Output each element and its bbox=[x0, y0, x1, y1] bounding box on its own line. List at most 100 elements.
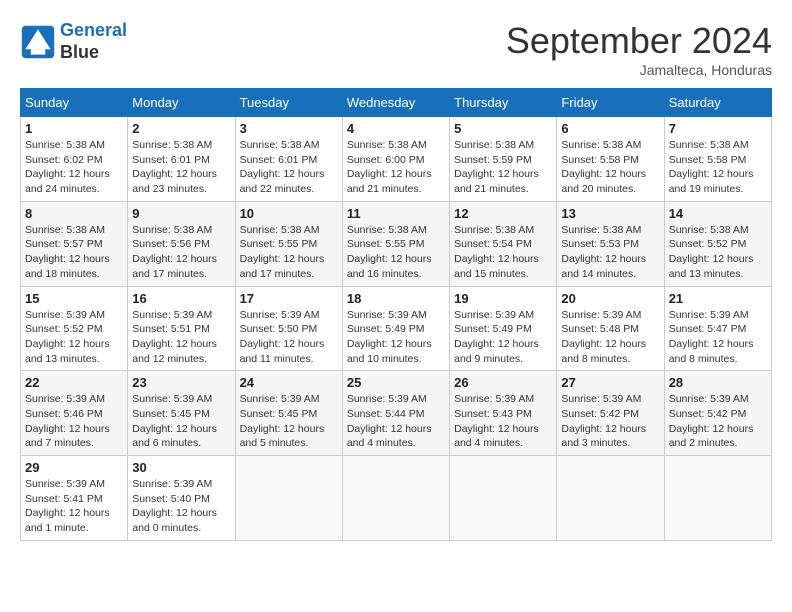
calendar-body: 1 Sunrise: 5:38 AM Sunset: 6:02 PM Daylig… bbox=[21, 117, 772, 541]
calendar-cell: 25 Sunrise: 5:39 AM Sunset: 5:44 PM Dayli… bbox=[342, 371, 449, 456]
weekday-header-sunday: Sunday bbox=[21, 89, 128, 117]
day-number: 15 bbox=[25, 291, 123, 306]
weekday-header-thursday: Thursday bbox=[450, 89, 557, 117]
day-number: 19 bbox=[454, 291, 552, 306]
calendar-cell: 4Sunrise: 5:38 AM Sunset: 6:00 PM Daylig… bbox=[342, 117, 449, 202]
weekday-header-friday: Friday bbox=[557, 89, 664, 117]
weekday-header-saturday: Saturday bbox=[664, 89, 771, 117]
day-info: Sunrise: 5:39 AM Sunset: 5:47 PM Dayligh… bbox=[669, 308, 767, 367]
calendar-cell: 7 Sunrise: 5:38 AM Sunset: 5:58 PM Daylig… bbox=[664, 117, 771, 202]
day-number: 27 bbox=[561, 375, 659, 390]
calendar-week-3: 15 Sunrise: 5:39 AM Sunset: 5:52 PM Dayli… bbox=[21, 286, 772, 371]
day-info: Sunrise: 5:39 AM Sunset: 5:52 PM Dayligh… bbox=[25, 308, 123, 367]
calendar-cell: 29 Sunrise: 5:39 AM Sunset: 5:41 PM Dayli… bbox=[21, 456, 128, 541]
weekday-header-tuesday: Tuesday bbox=[235, 89, 342, 117]
day-info: Sunrise: 5:38 AM Sunset: 5:57 PM Dayligh… bbox=[25, 223, 123, 282]
day-info: Sunrise: 5:39 AM Sunset: 5:41 PM Dayligh… bbox=[25, 477, 123, 536]
day-info: Sunrise: 5:39 AM Sunset: 5:46 PM Dayligh… bbox=[25, 392, 123, 451]
page-header: General Blue September 2024 Jamalteca, H… bbox=[20, 20, 772, 78]
day-info: Sunrise: 5:38 AM Sunset: 5:52 PM Dayligh… bbox=[669, 223, 767, 282]
day-number: 17 bbox=[240, 291, 338, 306]
weekday-header-wednesday: Wednesday bbox=[342, 89, 449, 117]
calendar-week-4: 22 Sunrise: 5:39 AM Sunset: 5:46 PM Dayli… bbox=[21, 371, 772, 456]
calendar-cell: 13Sunrise: 5:38 AM Sunset: 5:53 PM Dayli… bbox=[557, 201, 664, 286]
day-info: Sunrise: 5:39 AM Sunset: 5:42 PM Dayligh… bbox=[669, 392, 767, 451]
logo-icon bbox=[20, 24, 56, 60]
day-info: Sunrise: 5:38 AM Sunset: 5:58 PM Dayligh… bbox=[669, 138, 767, 197]
day-number: 11 bbox=[347, 206, 445, 221]
month-title: September 2024 bbox=[506, 20, 772, 62]
calendar-cell: 2 Sunrise: 5:38 AM Sunset: 6:01 PM Daylig… bbox=[128, 117, 235, 202]
day-info: Sunrise: 5:38 AM Sunset: 5:55 PM Dayligh… bbox=[240, 223, 338, 282]
day-number: 30 bbox=[132, 460, 230, 475]
calendar-cell: 8 Sunrise: 5:38 AM Sunset: 5:57 PM Daylig… bbox=[21, 201, 128, 286]
logo-line2: Blue bbox=[60, 42, 127, 64]
day-info: Sunrise: 5:39 AM Sunset: 5:51 PM Dayligh… bbox=[132, 308, 230, 367]
calendar-cell: 1 Sunrise: 5:38 AM Sunset: 6:02 PM Daylig… bbox=[21, 117, 128, 202]
day-info: Sunrise: 5:38 AM Sunset: 5:55 PM Dayligh… bbox=[347, 223, 445, 282]
calendar-cell: 6 Sunrise: 5:38 AM Sunset: 5:58 PM Daylig… bbox=[557, 117, 664, 202]
calendar-cell: 30Sunrise: 5:39 AM Sunset: 5:40 PM Dayli… bbox=[128, 456, 235, 541]
day-number: 22 bbox=[25, 375, 123, 390]
day-info: Sunrise: 5:38 AM Sunset: 5:58 PM Dayligh… bbox=[561, 138, 659, 197]
calendar-cell: 12 Sunrise: 5:38 AM Sunset: 5:54 PM Dayli… bbox=[450, 201, 557, 286]
logo-line1: General bbox=[60, 20, 127, 40]
calendar-cell: 15 Sunrise: 5:39 AM Sunset: 5:52 PM Dayli… bbox=[21, 286, 128, 371]
title-block: September 2024 Jamalteca, Honduras bbox=[506, 20, 772, 78]
day-number: 2 bbox=[132, 121, 230, 136]
day-number: 21 bbox=[669, 291, 767, 306]
day-number: 12 bbox=[454, 206, 552, 221]
calendar-cell: 17 Sunrise: 5:39 AM Sunset: 5:50 PM Dayli… bbox=[235, 286, 342, 371]
day-info: Sunrise: 5:39 AM Sunset: 5:42 PM Dayligh… bbox=[561, 392, 659, 451]
day-info: Sunrise: 5:39 AM Sunset: 5:49 PM Dayligh… bbox=[347, 308, 445, 367]
calendar-cell bbox=[235, 456, 342, 541]
day-info: Sunrise: 5:38 AM Sunset: 6:01 PM Dayligh… bbox=[132, 138, 230, 197]
calendar-cell: 27 Sunrise: 5:39 AM Sunset: 5:42 PM Dayli… bbox=[557, 371, 664, 456]
day-number: 23 bbox=[132, 375, 230, 390]
calendar-cell: 10Sunrise: 5:38 AM Sunset: 5:55 PM Dayli… bbox=[235, 201, 342, 286]
day-info: Sunrise: 5:39 AM Sunset: 5:48 PM Dayligh… bbox=[561, 308, 659, 367]
day-number: 3 bbox=[240, 121, 338, 136]
day-number: 4 bbox=[347, 121, 445, 136]
day-number: 7 bbox=[669, 121, 767, 136]
calendar-cell: 23Sunrise: 5:39 AM Sunset: 5:45 PM Dayli… bbox=[128, 371, 235, 456]
calendar-cell bbox=[342, 456, 449, 541]
weekday-header-monday: Monday bbox=[128, 89, 235, 117]
calendar-cell: 18 Sunrise: 5:39 AM Sunset: 5:49 PM Dayli… bbox=[342, 286, 449, 371]
day-info: Sunrise: 5:39 AM Sunset: 5:50 PM Dayligh… bbox=[240, 308, 338, 367]
day-info: Sunrise: 5:39 AM Sunset: 5:44 PM Dayligh… bbox=[347, 392, 445, 451]
day-number: 29 bbox=[25, 460, 123, 475]
day-number: 26 bbox=[454, 375, 552, 390]
day-number: 6 bbox=[561, 121, 659, 136]
calendar-cell bbox=[450, 456, 557, 541]
day-number: 1 bbox=[25, 121, 123, 136]
location: Jamalteca, Honduras bbox=[506, 62, 772, 78]
day-number: 25 bbox=[347, 375, 445, 390]
calendar-cell bbox=[557, 456, 664, 541]
calendar-cell: 20 Sunrise: 5:39 AM Sunset: 5:48 PM Dayli… bbox=[557, 286, 664, 371]
day-info: Sunrise: 5:38 AM Sunset: 6:02 PM Dayligh… bbox=[25, 138, 123, 197]
day-info: Sunrise: 5:38 AM Sunset: 5:59 PM Dayligh… bbox=[454, 138, 552, 197]
calendar-cell: 3 Sunrise: 5:38 AM Sunset: 6:01 PM Daylig… bbox=[235, 117, 342, 202]
day-info: Sunrise: 5:39 AM Sunset: 5:49 PM Dayligh… bbox=[454, 308, 552, 367]
calendar-week-5: 29 Sunrise: 5:39 AM Sunset: 5:41 PM Dayli… bbox=[21, 456, 772, 541]
day-info: Sunrise: 5:39 AM Sunset: 5:43 PM Dayligh… bbox=[454, 392, 552, 451]
day-info: Sunrise: 5:39 AM Sunset: 5:45 PM Dayligh… bbox=[240, 392, 338, 451]
day-info: Sunrise: 5:38 AM Sunset: 5:53 PM Dayligh… bbox=[561, 223, 659, 282]
calendar-cell: 16Sunrise: 5:39 AM Sunset: 5:51 PM Dayli… bbox=[128, 286, 235, 371]
calendar-cell bbox=[664, 456, 771, 541]
day-number: 28 bbox=[669, 375, 767, 390]
day-number: 24 bbox=[240, 375, 338, 390]
day-number: 9 bbox=[132, 206, 230, 221]
calendar-cell: 21 Sunrise: 5:39 AM Sunset: 5:47 PM Dayli… bbox=[664, 286, 771, 371]
day-number: 8 bbox=[25, 206, 123, 221]
day-number: 20 bbox=[561, 291, 659, 306]
calendar-table: SundayMondayTuesdayWednesdayThursdayFrid… bbox=[20, 88, 772, 541]
calendar-header: SundayMondayTuesdayWednesdayThursdayFrid… bbox=[21, 89, 772, 117]
day-number: 18 bbox=[347, 291, 445, 306]
day-info: Sunrise: 5:38 AM Sunset: 6:01 PM Dayligh… bbox=[240, 138, 338, 197]
day-info: Sunrise: 5:38 AM Sunset: 5:54 PM Dayligh… bbox=[454, 223, 552, 282]
calendar-cell: 28 Sunrise: 5:39 AM Sunset: 5:42 PM Dayli… bbox=[664, 371, 771, 456]
calendar-cell: 24 Sunrise: 5:39 AM Sunset: 5:45 PM Dayli… bbox=[235, 371, 342, 456]
calendar-cell: 26 Sunrise: 5:39 AM Sunset: 5:43 PM Dayli… bbox=[450, 371, 557, 456]
